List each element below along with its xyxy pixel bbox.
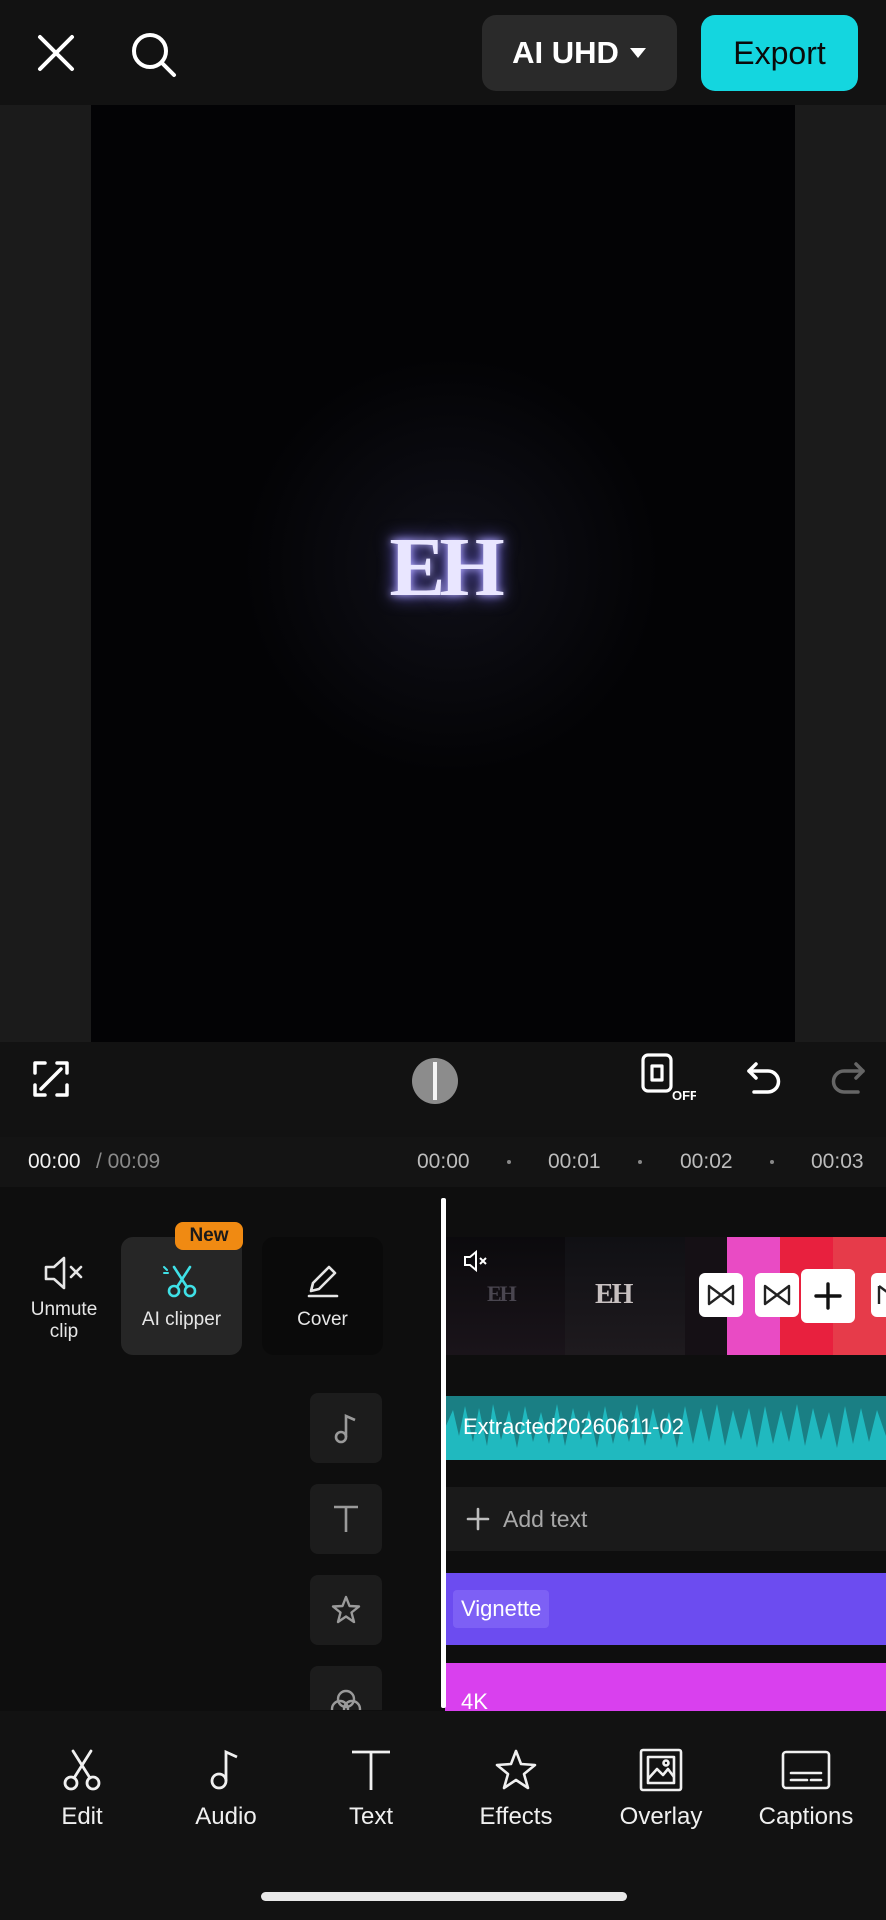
ai-clipper-label: AI clipper xyxy=(141,1309,222,1330)
video-track[interactable]: EH EH xyxy=(445,1237,886,1355)
plus-icon xyxy=(466,1507,490,1531)
filter-track-icon[interactable] xyxy=(310,1666,382,1710)
add-text-track[interactable]: Add text xyxy=(445,1487,886,1551)
nav-effects-label: Effects xyxy=(479,1803,553,1830)
playhead[interactable] xyxy=(441,1198,446,1708)
music-note-icon xyxy=(210,1749,238,1790)
thumbnail-logo: EH xyxy=(487,1281,517,1306)
quality-dropdown[interactable]: AI UHD xyxy=(482,15,677,91)
overlay-icon xyxy=(639,1748,683,1792)
total-time: / 00:09 xyxy=(96,1150,161,1173)
time-row: 00:00 / 00:09 00:00 00:01 00:02 00:03 xyxy=(0,1137,886,1187)
text-track-icon[interactable] xyxy=(310,1484,382,1554)
ruler-tick-label: 00:01 xyxy=(548,1150,601,1173)
text-icon xyxy=(334,1505,358,1532)
audio-track-icon[interactable] xyxy=(310,1393,382,1463)
ruler-tick-label: 00:02 xyxy=(680,1150,733,1173)
nav-overlay-label: Overlay xyxy=(619,1803,703,1830)
nav-overlay[interactable]: Overlay xyxy=(612,1747,710,1831)
ai-scissors-icon xyxy=(162,1265,196,1298)
home-indicator xyxy=(261,1892,627,1901)
transition-icon[interactable] xyxy=(871,1273,886,1317)
caret-down-icon xyxy=(629,48,646,58)
music-note-icon xyxy=(334,1413,356,1444)
mute-speaker-icon xyxy=(44,1256,83,1290)
nav-audio-label: Audio xyxy=(195,1803,257,1830)
cover-button[interactable]: Cover xyxy=(262,1237,383,1355)
add-text-label: Add text xyxy=(503,1505,588,1532)
nav-edit[interactable]: Edit xyxy=(40,1747,124,1831)
video-preview[interactable]: EH xyxy=(91,105,795,1042)
ai-clipper-button[interactable]: AI clipper xyxy=(121,1237,242,1355)
mute-indicator-icon xyxy=(463,1249,489,1278)
filter-clip-label: 4K xyxy=(461,1689,488,1713)
text-icon xyxy=(352,1750,390,1790)
add-clip-icon[interactable] xyxy=(801,1269,855,1323)
close-icon[interactable] xyxy=(30,27,82,79)
scissors-icon xyxy=(63,1749,101,1791)
fullscreen-icon[interactable] xyxy=(28,1056,74,1102)
export-button[interactable]: Export xyxy=(701,15,858,91)
audio-clip-label: Extracted20260611-02 xyxy=(463,1414,684,1439)
ruler-tick-label: 00:00 xyxy=(417,1150,470,1173)
audio-track[interactable]: Extracted20260611-02 xyxy=(445,1396,886,1460)
bottom-toolbar: Edit Audio Text Effects Overlay Captions xyxy=(0,1711,886,1920)
search-icon[interactable] xyxy=(126,27,182,83)
ruler-dot xyxy=(638,1160,642,1164)
pencil-icon xyxy=(307,1265,338,1298)
effect-track[interactable]: Vignette xyxy=(445,1573,886,1645)
transition-icon[interactable] xyxy=(755,1273,799,1317)
new-badge: New xyxy=(175,1222,243,1250)
filter-icon xyxy=(330,1689,362,1710)
play-button[interactable] xyxy=(412,1058,458,1104)
nav-audio[interactable]: Audio xyxy=(184,1747,268,1831)
nav-effects[interactable]: Effects xyxy=(470,1747,562,1831)
resolution-off-icon[interactable]: OFF xyxy=(640,1052,696,1104)
effects-star-icon xyxy=(495,1749,537,1790)
top-bar: AI UHD Export xyxy=(0,0,886,105)
filter-track[interactable]: 4K xyxy=(445,1663,886,1713)
transition-icon[interactable] xyxy=(699,1273,743,1317)
svg-text:OFF: OFF xyxy=(672,1088,696,1103)
playback-controls: OFF xyxy=(0,1042,886,1137)
nav-edit-label: Edit xyxy=(61,1803,103,1830)
nav-text-label: Text xyxy=(348,1803,393,1830)
effects-star-icon xyxy=(331,1595,361,1624)
ruler-dot xyxy=(507,1160,511,1164)
cover-label: Cover xyxy=(297,1309,348,1330)
ruler-tick-label: 00:03 xyxy=(811,1150,864,1173)
nav-text[interactable]: Text xyxy=(329,1747,413,1831)
nav-captions[interactable]: Captions xyxy=(748,1747,864,1831)
undo-icon[interactable] xyxy=(742,1056,786,1100)
effect-clip-label: Vignette xyxy=(453,1590,550,1628)
quality-label: AI UHD xyxy=(512,35,619,70)
nav-captions-label: Captions xyxy=(758,1803,854,1830)
unmute-label-line2: clip xyxy=(49,1321,79,1342)
effects-track-icon[interactable] xyxy=(310,1575,382,1645)
thumbnail-logo: EH xyxy=(595,1279,633,1310)
ruler-dot xyxy=(770,1160,774,1164)
preview-logo: EH xyxy=(389,520,504,614)
redo-icon[interactable] xyxy=(826,1056,870,1100)
unmute-label-line1: Unmute xyxy=(30,1299,98,1320)
captions-icon xyxy=(781,1750,831,1790)
unmute-clip-button[interactable]: Unmute clip xyxy=(20,1248,108,1348)
current-time: 00:00 xyxy=(28,1150,81,1173)
